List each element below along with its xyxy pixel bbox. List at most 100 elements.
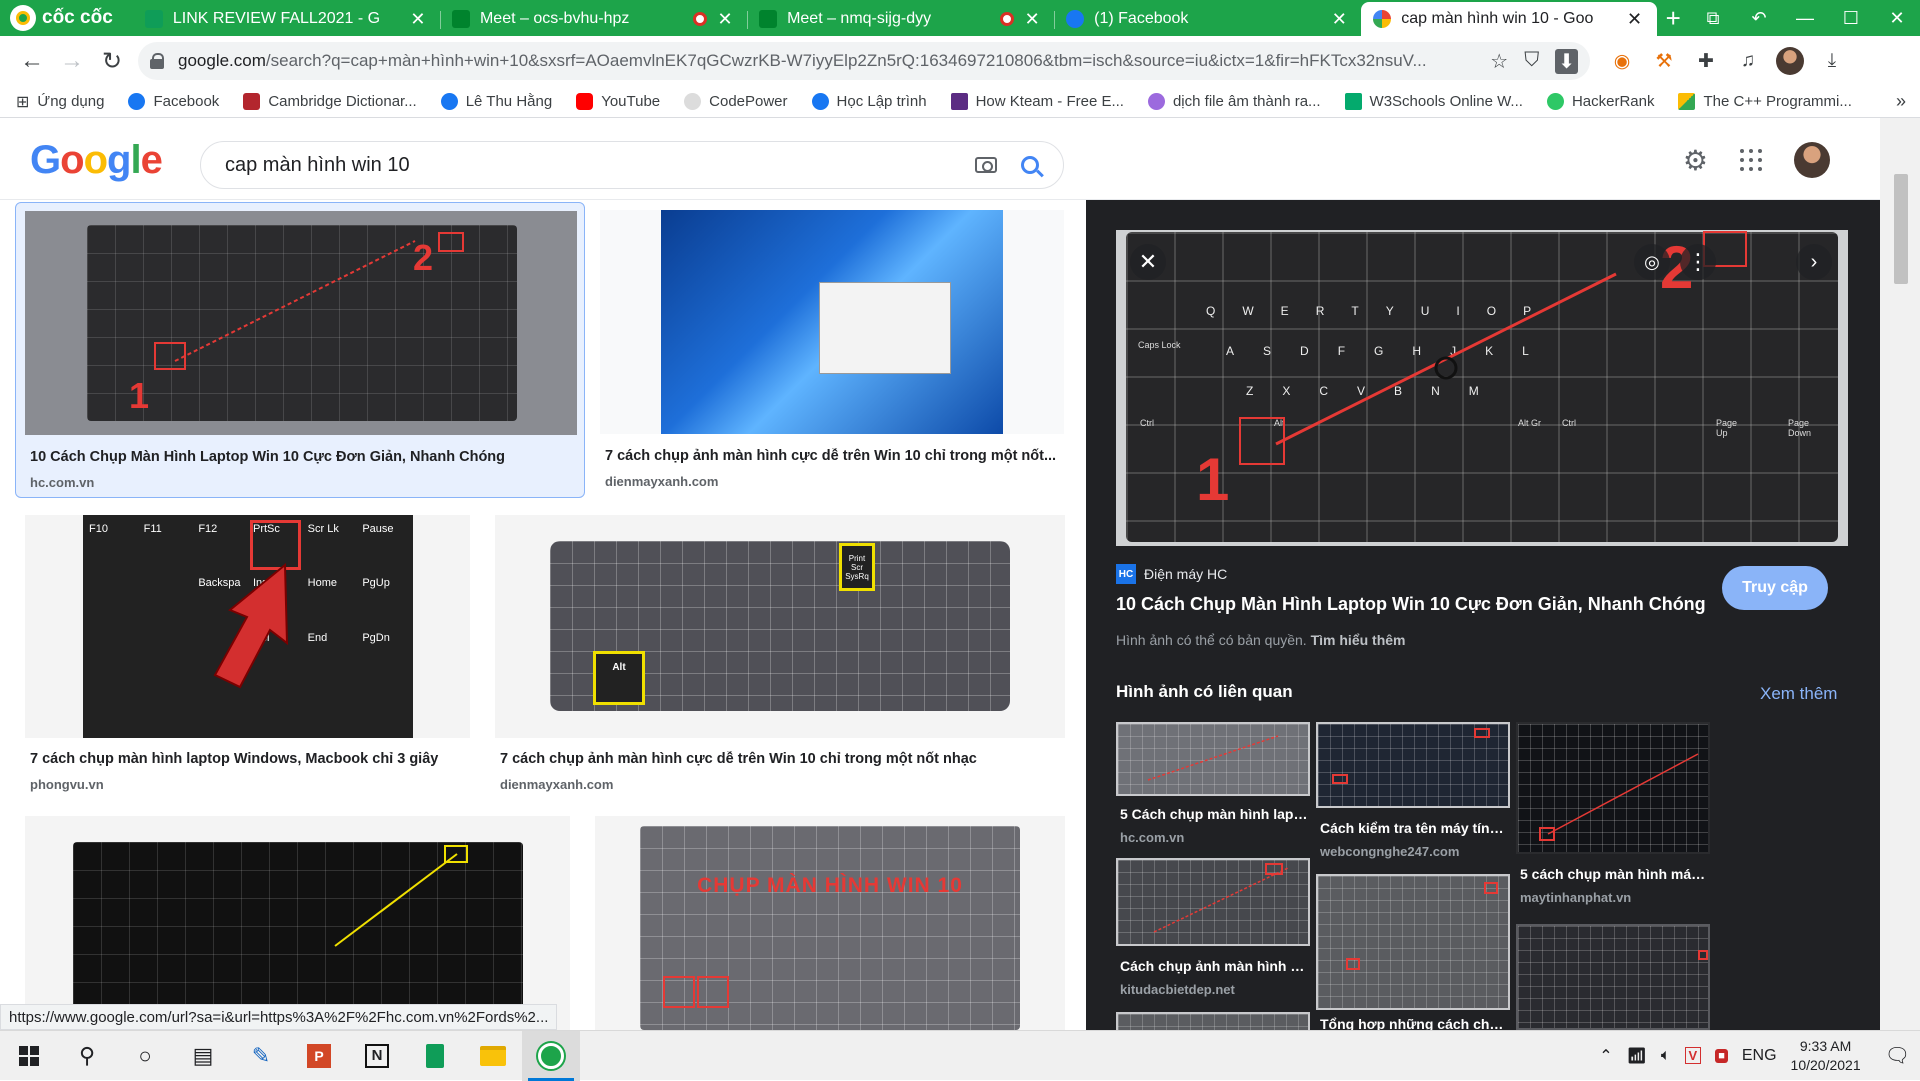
minimize-button[interactable]: — — [1782, 0, 1828, 36]
coccoc-app-icon[interactable] — [522, 1030, 580, 1081]
bookmark-hoc-lap-trinh[interactable]: Học Lập trình — [811, 93, 927, 110]
notion-app-icon[interactable]: N — [348, 1031, 406, 1081]
bookmark-youtube[interactable]: YouTube — [576, 93, 660, 110]
related-thumbnail[interactable] — [1316, 722, 1510, 808]
lens-icon[interactable]: ◎ — [1634, 244, 1670, 280]
bookmark-apps[interactable]: ⊞ Ứng dụng — [16, 92, 104, 112]
related-source[interactable]: webcongnghe247.com — [1320, 844, 1459, 859]
camera-icon[interactable] — [975, 157, 997, 173]
tab-link-review[interactable]: LINK REVIEW FALL2021 - G ✕ — [133, 2, 440, 36]
tab-search-icon[interactable]: ⧉ — [1690, 0, 1736, 36]
task-view-icon[interactable]: ▤ — [174, 1031, 232, 1081]
related-caption[interactable]: Cách chụp ảnh màn hình trên ... — [1120, 958, 1308, 974]
avatar[interactable] — [1794, 142, 1830, 178]
result-thumbnail[interactable]: F10 F11 F12 PrtSc Scr Lk Pause Backspa Ins Home… — [25, 515, 470, 738]
result-card[interactable]: CHỤP MÀN HÌNH WIN 10 — [595, 816, 1065, 1030]
close-icon[interactable]: ✕ — [1329, 9, 1349, 30]
tab-meet-2[interactable]: Meet – nmq-sijg-dyy ✕ — [747, 2, 1054, 36]
bookmark-dich-file[interactable]: dịch file âm thành ra... — [1147, 93, 1321, 110]
result-caption[interactable]: 7 cách chụp màn hình laptop Windows, Mac… — [30, 751, 470, 767]
reload-button[interactable]: ↻ — [92, 41, 132, 81]
related-thumbnail[interactable] — [1316, 874, 1510, 1010]
search-icon[interactable] — [1021, 156, 1039, 174]
result-thumbnail[interactable] — [600, 210, 1064, 434]
close-icon[interactable]: ✕ — [1022, 9, 1042, 30]
download-icon[interactable]: ⬇ — [1555, 48, 1578, 74]
page-scrollbar[interactable] — [1880, 118, 1920, 1030]
related-source[interactable]: hc.com.vn — [1120, 830, 1184, 845]
related-thumbnail[interactable] — [1116, 1012, 1310, 1030]
related-thumbnail[interactable] — [1516, 722, 1710, 854]
wifi-icon[interactable]: 📶︎ — [1627, 1046, 1647, 1066]
result-card[interactable]: F10 F11 F12 PrtSc Scr Lk Pause Backspa Ins Home… — [25, 515, 470, 815]
close-window-button[interactable]: ✕ — [1874, 0, 1920, 36]
system-clock[interactable]: 9:33 AM 10/20/2021 — [1791, 1037, 1861, 1075]
related-caption[interactable]: Tổng hợp những cách chụp mà... — [1320, 1016, 1508, 1030]
close-icon[interactable]: ✕ — [408, 9, 428, 30]
search-input[interactable]: cap màn hình win 10 — [225, 154, 975, 177]
result-source[interactable]: hc.com.vn — [30, 475, 94, 490]
coccoc-extension-icon[interactable]: ◉ — [1608, 47, 1636, 75]
bookmark-howkteam[interactable]: How Kteam - Free E... — [950, 93, 1124, 110]
related-thumbnail[interactable] — [1116, 722, 1310, 796]
cortana-icon[interactable]: ○ — [116, 1031, 174, 1081]
gear-icon[interactable]: ⚙ — [1683, 144, 1708, 177]
back-to-tab-icon[interactable]: ↶ — [1736, 0, 1782, 36]
maximize-button[interactable]: ☐ — [1828, 0, 1874, 36]
tab-facebook[interactable]: (1) Facebook ✕ — [1054, 2, 1361, 36]
paint-app-icon[interactable]: ✎ — [232, 1031, 290, 1081]
search-box[interactable]: cap màn hình win 10 — [200, 141, 1064, 189]
google-logo[interactable]: Google — [30, 138, 163, 183]
learn-more-link[interactable]: Tìm hiểu thêm — [1311, 632, 1406, 648]
result-card[interactable]: 7 cách chụp ảnh màn hình cực dễ trên Win… — [600, 202, 1064, 498]
bookmark-cpp[interactable]: The C++ Programmi... — [1678, 93, 1852, 110]
vietkey-icon[interactable]: V — [1684, 1047, 1702, 1064]
next-image-icon[interactable]: › — [1796, 244, 1832, 280]
start-button[interactable] — [0, 1031, 58, 1081]
bookmark-le-thu-hang[interactable]: Lê Thu Hằng — [440, 93, 552, 110]
apps-grid-icon[interactable] — [1740, 149, 1762, 171]
related-thumbnail[interactable] — [1116, 858, 1310, 946]
related-source[interactable]: kitudacbietdep.net — [1120, 982, 1235, 997]
language-indicator[interactable]: ENG — [1742, 1047, 1777, 1065]
related-caption[interactable]: 5 cách chụp màn hình máy tính... — [1520, 866, 1708, 882]
scrollbar-thumb[interactable] — [1894, 174, 1908, 284]
result-source[interactable]: dienmayxanh.com — [500, 777, 613, 792]
result-source[interactable]: dienmayxanh.com — [605, 474, 718, 489]
bookmark-codepower[interactable]: CodePower — [684, 93, 788, 110]
close-icon[interactable]: ✕ — [1625, 9, 1645, 30]
media-icon[interactable]: ♫ — [1734, 47, 1762, 75]
result-card[interactable] — [25, 816, 570, 1030]
bookmark-hackerrank[interactable]: HackerRank — [1546, 93, 1654, 110]
bookmark-facebook[interactable]: Facebook — [128, 93, 219, 110]
profile-avatar[interactable] — [1776, 47, 1804, 75]
forward-button[interactable]: → — [52, 41, 92, 81]
lock-icon[interactable] — [150, 53, 164, 69]
bookmark-star-icon[interactable]: ☆ — [1490, 49, 1508, 74]
bookmark-w3schools[interactable]: W3Schools Online W... — [1344, 93, 1523, 110]
more-bookmarks-icon[interactable]: » — [1896, 91, 1906, 112]
new-tab-button[interactable]: + — [1657, 2, 1690, 36]
unikey-icon[interactable]: ■ — [1715, 1048, 1728, 1063]
shield-icon[interactable]: ⛉ — [1524, 49, 1539, 74]
see-more-link[interactable]: Xem thêm — [1760, 684, 1837, 704]
volume-icon[interactable]: 🔈︎ — [1661, 1047, 1671, 1065]
tools-extension-icon[interactable]: ⚒ — [1650, 47, 1678, 75]
result-card[interactable]: 1 2 10 Cách Chụp Màn Hình Laptop Win 10 … — [15, 202, 585, 498]
related-thumbnail[interactable] — [1516, 924, 1710, 1030]
result-thumbnail[interactable] — [25, 816, 570, 1030]
back-button[interactable]: ← — [12, 41, 52, 81]
sheets-app-icon[interactable] — [406, 1031, 464, 1081]
close-icon[interactable]: ✕ — [1130, 244, 1166, 280]
related-caption[interactable]: 5 Cách chụp màn hình laptop D... — [1120, 806, 1308, 822]
notification-icon[interactable]: 🗨︎ — [1885, 1043, 1910, 1068]
close-icon[interactable]: ✕ — [715, 9, 735, 30]
related-source[interactable]: maytinhanphat.vn — [1520, 890, 1631, 905]
chevron-up-icon[interactable]: ⌃ — [1599, 1046, 1612, 1066]
powerpoint-app-icon[interactable]: P — [290, 1031, 348, 1081]
result-source[interactable]: phongvu.vn — [30, 777, 104, 792]
result-thumbnail[interactable]: CHỤP MÀN HÌNH WIN 10 — [595, 816, 1065, 1030]
address-bar[interactable]: google.com/search?q=cap+màn+hình+win+10&… — [138, 42, 1590, 80]
visit-button[interactable]: Truy cập — [1722, 566, 1828, 610]
result-thumbnail[interactable]: Print Scr SysRq Alt — [495, 515, 1065, 738]
